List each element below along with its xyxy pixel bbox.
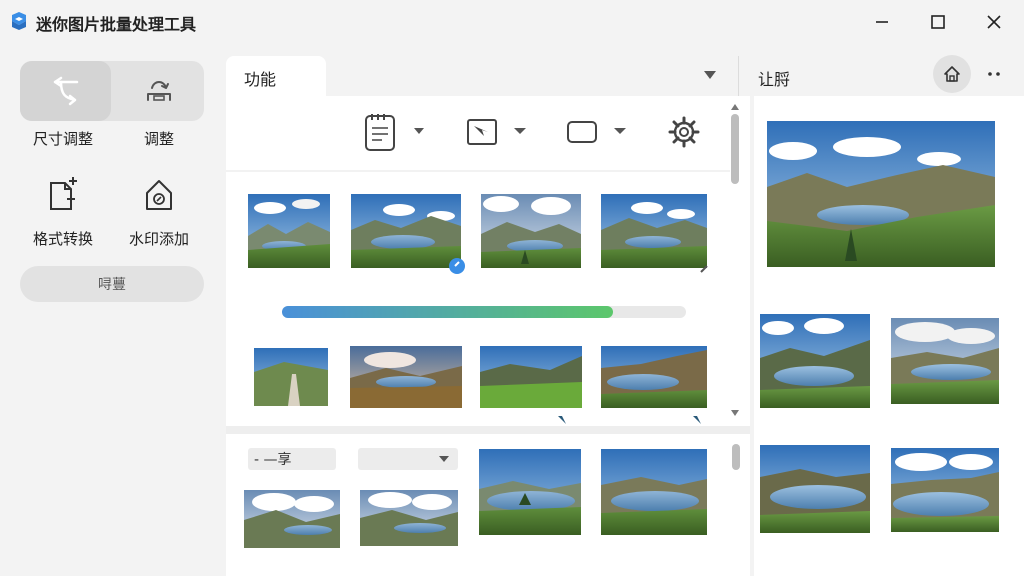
preview-thumb-1[interactable] <box>760 314 870 408</box>
thumbnail-4[interactable] <box>601 194 708 273</box>
thumbnail-1[interactable] <box>248 194 330 268</box>
sidebar: 尺寸调整 调整 格式转换 水印添加 㖊蘴 <box>0 44 222 576</box>
image-crop-tool-button[interactable] <box>467 119 526 145</box>
thumbnail-2[interactable] <box>351 194 465 274</box>
center-canvas <box>226 104 739 548</box>
app-logo-icon <box>12 12 26 30</box>
app-title: 迷你图片批量处理工具 <box>36 15 197 34</box>
preview-panel <box>754 96 1024 576</box>
close-icon <box>987 15 1001 29</box>
maximize-button[interactable] <box>918 8 958 36</box>
thumbnail-6[interactable] <box>350 346 462 408</box>
segment-label-resize: 尺寸调整 <box>32 130 93 148</box>
thumbnail-11[interactable] <box>479 449 581 535</box>
thumbnail-3[interactable] <box>481 194 581 268</box>
home-button[interactable] <box>933 55 971 93</box>
thumbnail-12[interactable] <box>601 449 707 535</box>
more-options-button[interactable] <box>980 62 1010 86</box>
home-icon <box>944 66 960 82</box>
right-panel-title: 让脟 <box>758 70 791 89</box>
segment-label-adjust: 调整 <box>143 130 174 148</box>
preview-large-image[interactable] <box>767 121 995 267</box>
scrollbar-thumb[interactable] <box>731 114 739 184</box>
watermark-house-icon <box>146 180 172 210</box>
more-dots-icon <box>988 72 1000 76</box>
functions-dropdown-toggle[interactable] <box>702 66 718 85</box>
scrollbar-thumb-bottom[interactable] <box>732 444 740 470</box>
minimize-button[interactable] <box>862 8 902 36</box>
header-divider <box>738 56 739 96</box>
preview-canvas <box>760 121 999 533</box>
scroll-up-arrow[interactable] <box>731 104 739 110</box>
scroll-down-arrow[interactable] <box>731 410 739 416</box>
watermark-add-button[interactable] <box>113 174 205 214</box>
bottom-dropdown-right[interactable] <box>358 448 458 470</box>
thumbnail-5[interactable] <box>254 348 328 406</box>
progress-fill <box>282 306 614 318</box>
tab-functions-label: 功能 <box>244 70 277 89</box>
thumbnail-9[interactable] <box>244 490 340 548</box>
settings-gear-button[interactable] <box>668 116 700 148</box>
adjust-arrows-icon <box>146 81 171 101</box>
file-plus-icon <box>50 177 77 210</box>
tool-label-format: 格式转换 <box>32 230 93 248</box>
tool-label-watermark: 水印添加 <box>128 230 189 248</box>
preview-thumb-2[interactable] <box>891 318 999 404</box>
preview-thumb-3[interactable] <box>760 445 870 533</box>
title-bar: 迷你图片批量处理工具 <box>0 0 1024 44</box>
format-convert-button[interactable] <box>17 174 109 214</box>
thumbnail-7[interactable] <box>480 346 582 424</box>
maximize-icon <box>931 15 945 29</box>
progress-bar <box>282 306 686 318</box>
bottom-dropdown-text: - —享 <box>254 452 292 468</box>
chevron-down-icon <box>704 71 716 79</box>
rectangle-tool-button[interactable] <box>567 121 626 143</box>
segment-resize[interactable] <box>20 61 111 121</box>
bottom-dropdown-left[interactable]: - —享 <box>248 448 336 470</box>
preview-thumb-4[interactable] <box>891 448 999 532</box>
segment-adjust[interactable] <box>113 61 204 121</box>
resize-arrows-icon <box>53 76 78 106</box>
section-divider <box>226 426 750 434</box>
center-panel: - —享 <box>226 96 750 576</box>
batch-button[interactable]: 㖊蘴 <box>20 266 204 302</box>
thumbnail-10[interactable] <box>360 490 458 546</box>
minimize-icon <box>876 21 888 23</box>
thumbnail-8[interactable] <box>601 346 707 424</box>
chevron-down-icon <box>439 456 449 462</box>
notepad-tool-button[interactable] <box>365 114 424 151</box>
mode-segmented-control <box>20 61 204 121</box>
close-button[interactable] <box>974 8 1014 36</box>
